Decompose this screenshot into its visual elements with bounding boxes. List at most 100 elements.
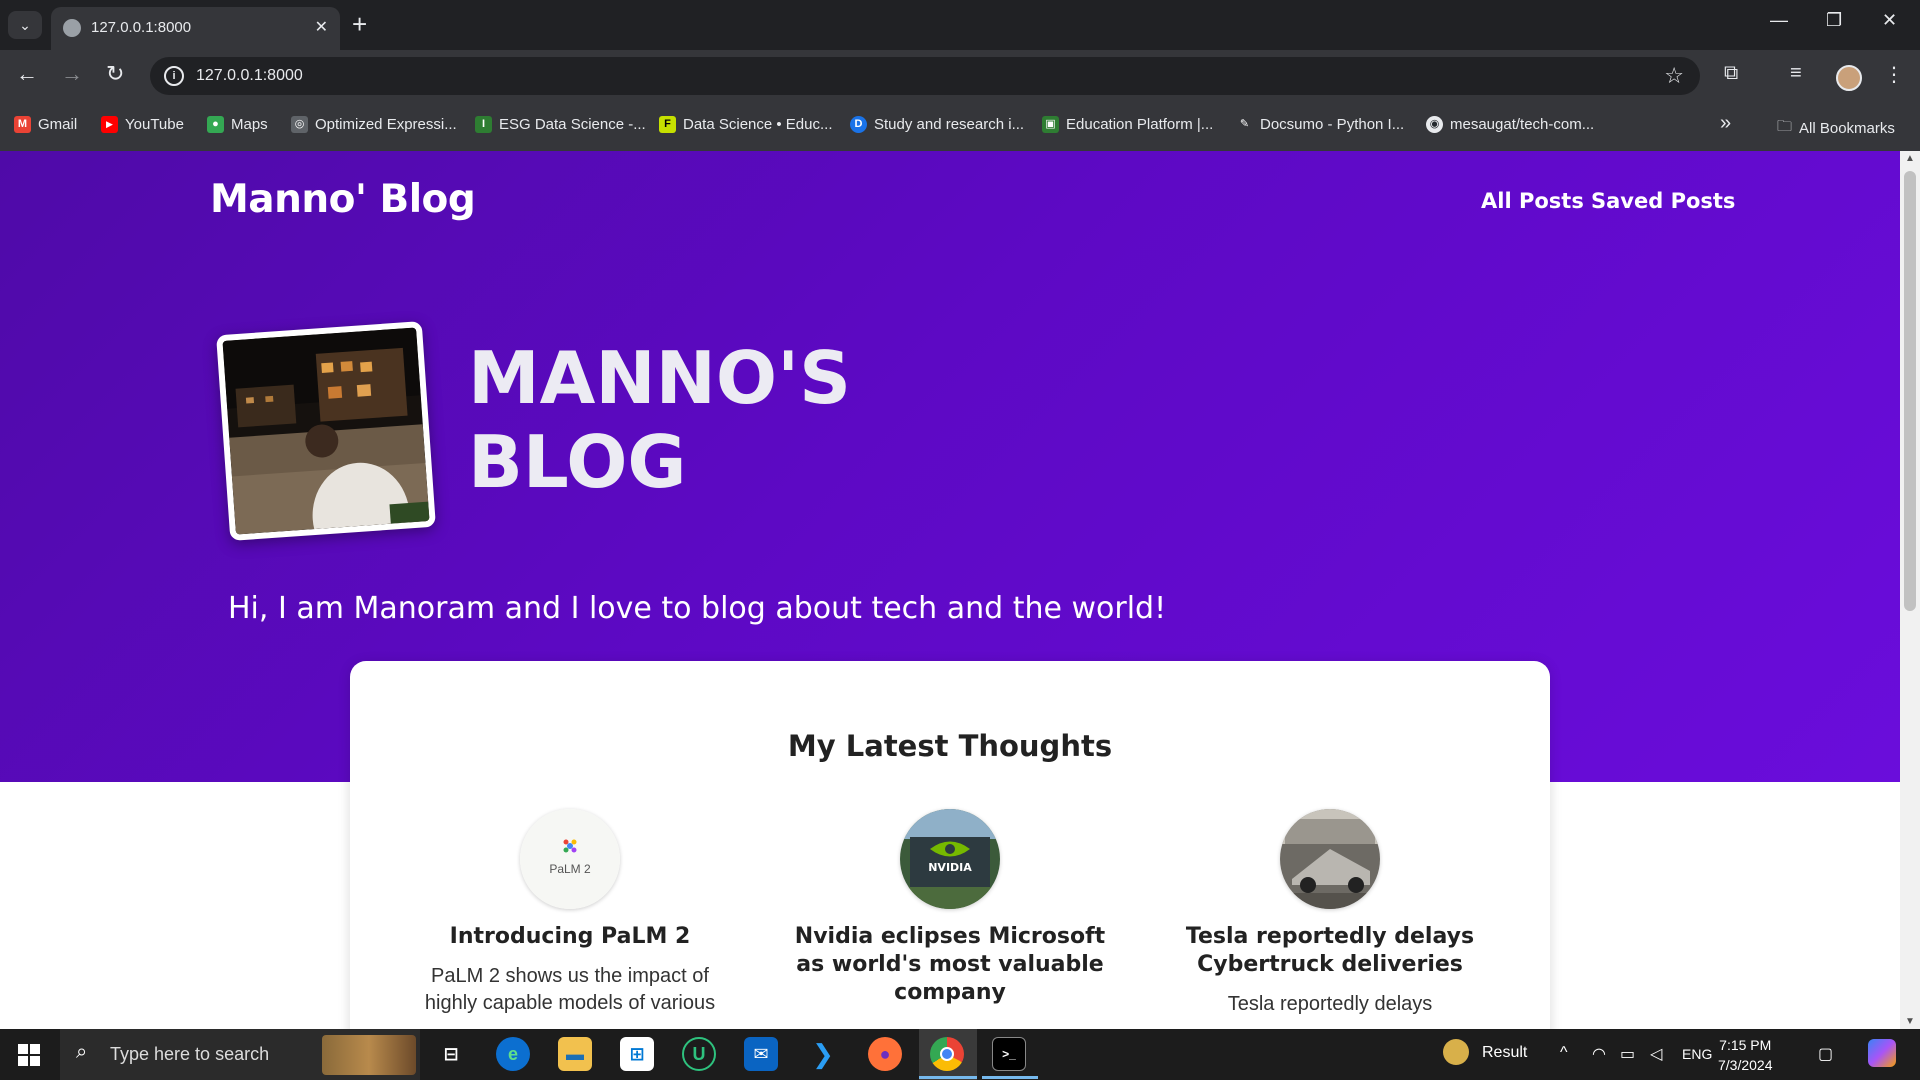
latest-thoughts-heading: My Latest Thoughts — [787, 729, 1113, 763]
file-explorer-icon[interactable]: ▬ — [558, 1037, 592, 1071]
terminal-icon[interactable]: >_ — [992, 1037, 1026, 1071]
bookmark-education-platform[interactable]: ▣ Education Platform |... — [1042, 116, 1213, 133]
latest-thoughts-card: My Latest Thoughts PaLM 2 Introducing Pa… — [350, 661, 1550, 1029]
show-hidden-icons[interactable]: ^ — [1560, 1044, 1568, 1062]
new-tab-button[interactable]: + — [352, 9, 367, 40]
menu-icon[interactable]: ⋮ — [1884, 62, 1904, 87]
notifications-icon[interactable]: ▢ — [1818, 1044, 1833, 1064]
bookmark-youtube[interactable]: ▶ YouTube — [101, 116, 184, 133]
close-tab-icon[interactable]: ✕ — [315, 17, 328, 37]
scrollbar-thumb[interactable] — [1904, 171, 1916, 611]
bookmark-star-icon[interactable]: ☆ — [1664, 63, 1684, 89]
weather-label[interactable]: Result — [1482, 1044, 1527, 1062]
page-scrollbar[interactable]: ▲ ▼ — [1900, 151, 1920, 1029]
post-thumbnail[interactable]: NVIDIA — [900, 809, 1000, 909]
bookmark-github-tech-com[interactable]: ◉ mesaugat/tech-com... — [1426, 116, 1594, 133]
address-bar[interactable]: i 127.0.0.1:8000 ☆ — [150, 57, 1700, 95]
post-card[interactable]: PaLM 2 Introducing PaLM 2 PaLM 2 shows u… — [410, 809, 730, 1017]
search-placeholder: Type here to search — [110, 1044, 270, 1064]
wifi-icon[interactable]: ◠ — [1592, 1044, 1606, 1064]
media-control-icon[interactable]: ≡ — [1790, 62, 1802, 85]
reload-icon[interactable]: ↻ — [106, 62, 124, 86]
battery-icon[interactable]: ▭ — [1620, 1044, 1635, 1064]
bookmark-optimized-expressi[interactable]: ◎ Optimized Expressi... — [291, 116, 457, 133]
weather-icon[interactable] — [1443, 1039, 1469, 1065]
bookmark-docsumo[interactable]: ✎ Docsumo - Python I... — [1236, 116, 1404, 133]
bookmark-data-science-educ[interactable]: F Data Science • Educ... — [659, 116, 833, 133]
post-title[interactable]: Nvidia eclipses Microsoft as world's mos… — [790, 923, 1110, 1007]
task-view-icon[interactable]: ⊟ — [434, 1037, 468, 1071]
bookmark-gmail[interactable]: M Gmail — [14, 116, 77, 133]
edge-icon[interactable]: e — [496, 1037, 530, 1071]
browser-tab-strip: ⌄ 127.0.0.1:8000 ✕ + — ❐ ✕ — [0, 0, 1920, 50]
tab-search-button[interactable]: ⌄ — [8, 11, 42, 39]
upwork-icon[interactable]: U — [682, 1037, 716, 1071]
post-thumbnail[interactable] — [1280, 809, 1380, 909]
post-card[interactable]: NVIDIA Nvidia eclipses Microsoft as worl… — [790, 809, 1110, 1019]
taskbar-search-box[interactable]: ⌕ Type here to search — [60, 1029, 420, 1080]
github-icon: ◉ — [1426, 116, 1443, 133]
minimize-icon[interactable]: — — [1770, 10, 1788, 31]
nav-saved-posts[interactable]: Saved Posts — [1591, 189, 1735, 213]
imu-icon: I — [475, 116, 492, 133]
extensions-icon[interactable]: ⧉ — [1724, 62, 1738, 85]
bookmark-study-and-research[interactable]: D Study and research i... — [850, 116, 1024, 133]
post-thumb-text: PaLM 2 — [549, 862, 591, 876]
hero-heading: MANNO'S BLOG — [468, 336, 851, 504]
more-bookmarks-icon[interactable]: » — [1720, 112, 1731, 135]
hero-heading-line2: BLOG — [468, 420, 687, 504]
post-thumbnail[interactable]: PaLM 2 — [520, 809, 620, 909]
chrome-icon[interactable] — [930, 1037, 964, 1071]
microsoft-store-icon[interactable]: ⊞ — [620, 1037, 654, 1071]
post-card[interactable]: Tesla reportedly delays Cybertruck deliv… — [1170, 809, 1490, 1018]
window-close-icon[interactable]: ✕ — [1882, 10, 1897, 31]
post-title[interactable]: Introducing PaLM 2 — [410, 923, 730, 951]
site-brand[interactable]: Manno' Blog — [210, 177, 476, 222]
copilot-icon[interactable] — [1868, 1039, 1896, 1067]
folder-icon: 🗀 — [1777, 118, 1793, 135]
volume-icon[interactable]: ◁ — [1650, 1044, 1662, 1064]
forward-icon[interactable]: → — [61, 62, 83, 86]
maps-icon: ● — [207, 116, 224, 133]
language-indicator[interactable]: ENG — [1682, 1046, 1712, 1062]
url-text[interactable]: 127.0.0.1:8000 — [196, 67, 303, 85]
search-icon: ⌕ — [76, 1041, 88, 1063]
globe-icon — [63, 19, 81, 37]
clock-time: 7:15 PM — [1719, 1037, 1772, 1053]
scroll-down-icon[interactable]: ▼ — [1905, 1016, 1915, 1027]
bookmark-esg-data-science[interactable]: I ESG Data Science -... — [475, 116, 646, 133]
windows-start-icon[interactable] — [18, 1044, 40, 1066]
page-viewport: Manno' Blog All Posts Saved Posts MANNO'… — [0, 151, 1920, 1029]
site-info-icon[interactable]: i — [164, 66, 184, 86]
openai-icon: ◎ — [291, 116, 308, 133]
post-excerpt: Tesla reportedly delays — [1227, 993, 1433, 1015]
vscode-icon[interactable]: ❯ — [806, 1037, 840, 1071]
mail-icon[interactable]: ✉ — [744, 1037, 778, 1071]
firefox-icon[interactable]: ● — [868, 1037, 902, 1071]
back-icon[interactable]: ← — [16, 62, 38, 86]
all-bookmarks-button[interactable]: 🗀 All Bookmarks — [1777, 116, 1895, 141]
browser-tab[interactable]: 127.0.0.1:8000 ✕ — [51, 7, 340, 50]
d-icon: D — [850, 116, 867, 133]
restore-icon[interactable]: ❐ — [1826, 10, 1842, 31]
scroll-up-icon[interactable]: ▲ — [1905, 153, 1915, 164]
terminal-active-indicator — [982, 1076, 1038, 1079]
datascience-icon: F — [659, 116, 676, 133]
clock-date: 7/3/2024 — [1718, 1057, 1773, 1073]
system-clock[interactable]: 7:15 PM 7/3/2024 — [1718, 1035, 1773, 1075]
chrome-active-indicator — [919, 1076, 977, 1079]
browser-toolbar: ← → ↻ i 127.0.0.1:8000 ☆ ⧉ ≡ ⋮ — [0, 50, 1920, 100]
bookmark-maps[interactable]: ● Maps — [207, 116, 268, 133]
youtube-icon: ▶ — [101, 116, 118, 133]
gmail-icon: M — [14, 116, 31, 133]
profile-avatar[interactable] — [1836, 65, 1862, 91]
nav-all-posts[interactable]: All Posts — [1481, 189, 1584, 213]
author-photo — [216, 321, 436, 541]
hero-heading-line1: MANNO'S — [468, 336, 851, 420]
post-title[interactable]: Tesla reportedly delays Cybertruck deliv… — [1170, 923, 1490, 979]
windows-taskbar: ⌕ Type here to search ⊟ e ▬ ⊞ U ✉ ❯ ● >_… — [0, 1029, 1920, 1080]
search-highlight-image — [322, 1035, 416, 1075]
bookmarks-bar: M Gmail ▶ YouTube ● Maps ◎ Optimized Exp… — [0, 100, 1920, 151]
education-icon: ▣ — [1042, 116, 1059, 133]
pen-icon: ✎ — [1239, 118, 1250, 130]
